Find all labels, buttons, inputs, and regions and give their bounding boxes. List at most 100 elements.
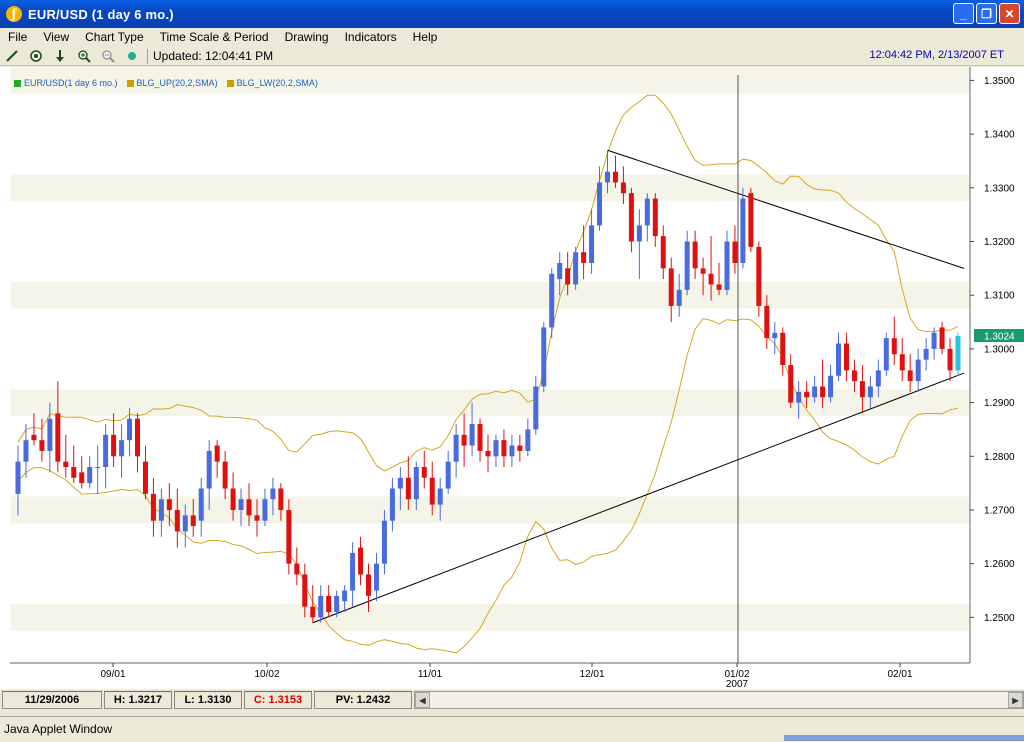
arrow-down-icon[interactable]: [48, 47, 72, 65]
candle-body: [557, 262, 563, 280]
candle-body: [190, 515, 196, 527]
candle-body: [891, 338, 897, 355]
candle-body: [461, 434, 467, 446]
candle-body: [804, 391, 810, 398]
app-logo-icon: ƒ: [6, 6, 22, 22]
y-tick-label: 1.3200: [984, 237, 1015, 248]
candle-body: [142, 461, 148, 494]
candle-body: [780, 332, 786, 365]
candle-body: [541, 327, 547, 387]
candle-body: [748, 193, 754, 247]
candle-body: [620, 182, 626, 194]
candle-body: [389, 488, 395, 521]
restore-button[interactable]: ❐: [976, 3, 997, 24]
candle-body: [565, 268, 571, 285]
candle-body: [740, 198, 746, 263]
y-tick-label: 1.2600: [984, 559, 1015, 570]
x-tick-label: 11/01: [418, 669, 443, 680]
y-tick-label: 1.3000: [984, 344, 1015, 355]
legend-item-lower-band: BLG_LW(20,2,SMA): [226, 78, 318, 88]
candle-body: [111, 434, 117, 457]
candle-body: [684, 241, 690, 290]
candle-body: [867, 386, 873, 398]
toolbar: Updated: 12:04:41 PM 12:04:42 PM, 2/13/2…: [0, 47, 1024, 66]
x-tick-label: 12/01: [579, 669, 604, 680]
candle-body: [278, 488, 284, 510]
candle-body: [103, 434, 109, 468]
candle-body: [302, 574, 308, 607]
minimize-button[interactable]: _: [953, 3, 974, 24]
x-tick-label: 10/02: [254, 669, 279, 680]
candle-body: [174, 509, 180, 532]
x-tick-label: 09/01: [100, 669, 125, 680]
candle-body: [437, 488, 443, 505]
candle-body: [166, 499, 172, 510]
price-chart[interactable]: 1.3500 1.3400 1.3300 1.3200 1.3100 1.3000 1.29…: [0, 66, 1024, 690]
candle-body: [254, 515, 260, 521]
candle-body: [95, 467, 101, 469]
horizontal-scrollbar[interactable]: ◀ ▶: [414, 691, 1024, 709]
taskbar-fragment: [784, 735, 1024, 741]
menu-chart-type[interactable]: Chart Type: [77, 28, 151, 47]
candle-body: [843, 343, 849, 371]
java-applet-label: Java Applet Window: [4, 721, 113, 736]
candle-body: [652, 198, 658, 237]
candle-body: [381, 520, 387, 564]
chart-area[interactable]: 1.3500 1.3400 1.3300 1.3200 1.3100 1.3000 1.29…: [0, 66, 1024, 690]
chart-legend: EUR/USD(1 day 6 mo.) BLG_UP(20,2,SMA) BL…: [14, 78, 318, 88]
status-close: C: 1.3153: [244, 691, 312, 709]
y-tick-label: 1.2900: [984, 398, 1015, 409]
x-year-label: 2007: [726, 679, 749, 689]
candle-body: [700, 268, 706, 274]
last-price-label: 1.3024: [984, 332, 1015, 343]
candle-body: [931, 332, 937, 349]
candle-body: [883, 338, 889, 371]
candle-body: [597, 182, 603, 226]
candle-body: [788, 365, 794, 403]
candle-body: [198, 488, 204, 521]
candle-body: [828, 375, 834, 398]
candle-body: [246, 499, 252, 516]
candle-body: [469, 424, 475, 446]
candle-body: [230, 488, 236, 510]
candle-body: [859, 381, 865, 398]
candle-body: [87, 467, 93, 484]
menu-time-scale[interactable]: Time Scale & Period: [152, 28, 277, 47]
color-dot-icon[interactable]: [120, 47, 144, 65]
menu-file[interactable]: File: [0, 28, 35, 47]
legend-swatch: [126, 79, 134, 87]
candle-body: [923, 348, 929, 360]
zoom-out-icon[interactable]: [96, 47, 120, 65]
crosshair-icon[interactable]: [24, 47, 48, 65]
candle-body: [764, 305, 770, 339]
candle-body: [238, 499, 244, 510]
y-tick-label: 1.2500: [984, 613, 1015, 624]
candle-body: [39, 440, 45, 451]
candle-body: [397, 477, 403, 489]
y-tick-label: 1.3400: [984, 130, 1015, 141]
candle-body: [222, 461, 228, 489]
candle-body: [612, 171, 618, 183]
candle-body: [373, 563, 379, 591]
candle-body: [366, 574, 372, 596]
scroll-right-icon[interactable]: ▶: [1008, 692, 1023, 708]
menu-indicators[interactable]: Indicators: [337, 28, 405, 47]
close-button[interactable]: ✕: [999, 3, 1020, 24]
y-tick-label: 1.3300: [984, 183, 1015, 194]
line-tool-icon[interactable]: [0, 47, 24, 65]
candle-body: [660, 236, 666, 269]
candle-body: [334, 595, 340, 612]
scroll-left-icon[interactable]: ◀: [415, 692, 430, 708]
candle-body: [796, 391, 802, 403]
candle-body: [31, 434, 37, 441]
zoom-in-icon[interactable]: [72, 47, 96, 65]
candle-body: [955, 336, 961, 371]
menu-drawing[interactable]: Drawing: [277, 28, 337, 47]
candle-body: [485, 450, 491, 457]
menu-view[interactable]: View: [35, 28, 77, 47]
y-tick-label: 1.3500: [984, 76, 1015, 87]
menu-help[interactable]: Help: [405, 28, 446, 47]
candle-body: [509, 445, 515, 457]
candle-body: [525, 429, 531, 451]
candle-body: [127, 418, 133, 441]
